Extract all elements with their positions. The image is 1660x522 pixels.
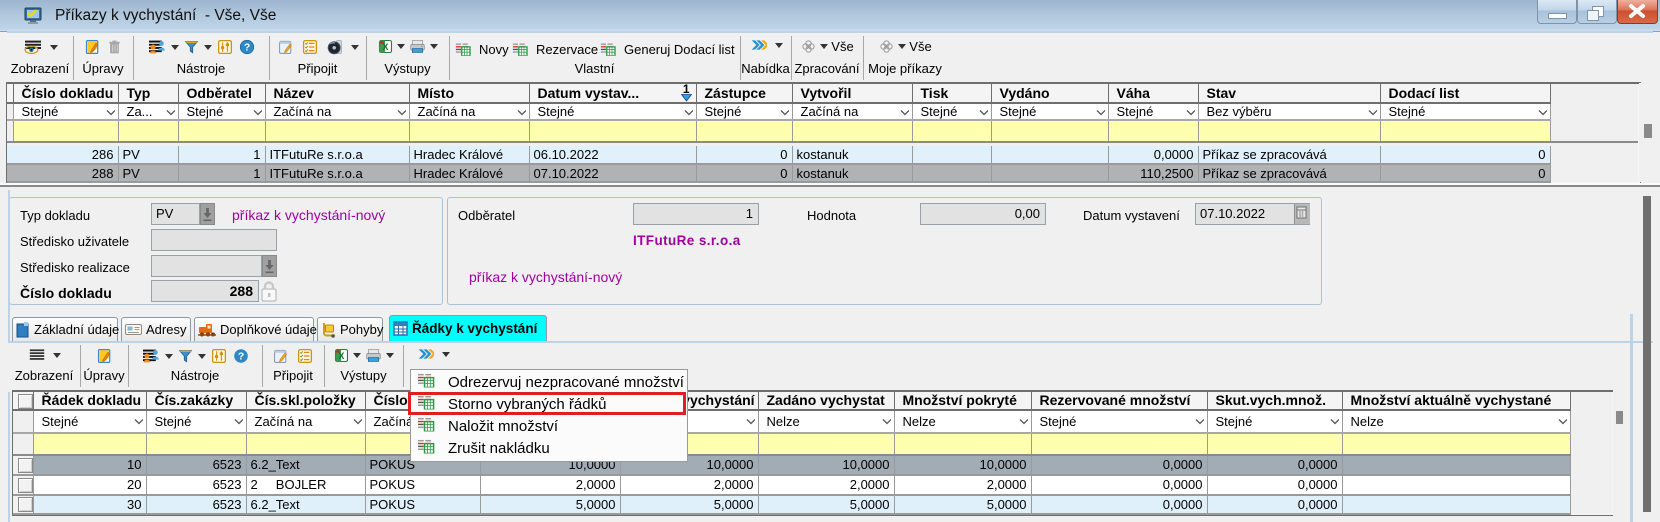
svg-text:?: ? <box>237 352 243 363</box>
svg-text:X: X <box>339 351 345 361</box>
svg-text:X: X <box>383 42 389 52</box>
svg-text:?: ? <box>243 43 249 54</box>
